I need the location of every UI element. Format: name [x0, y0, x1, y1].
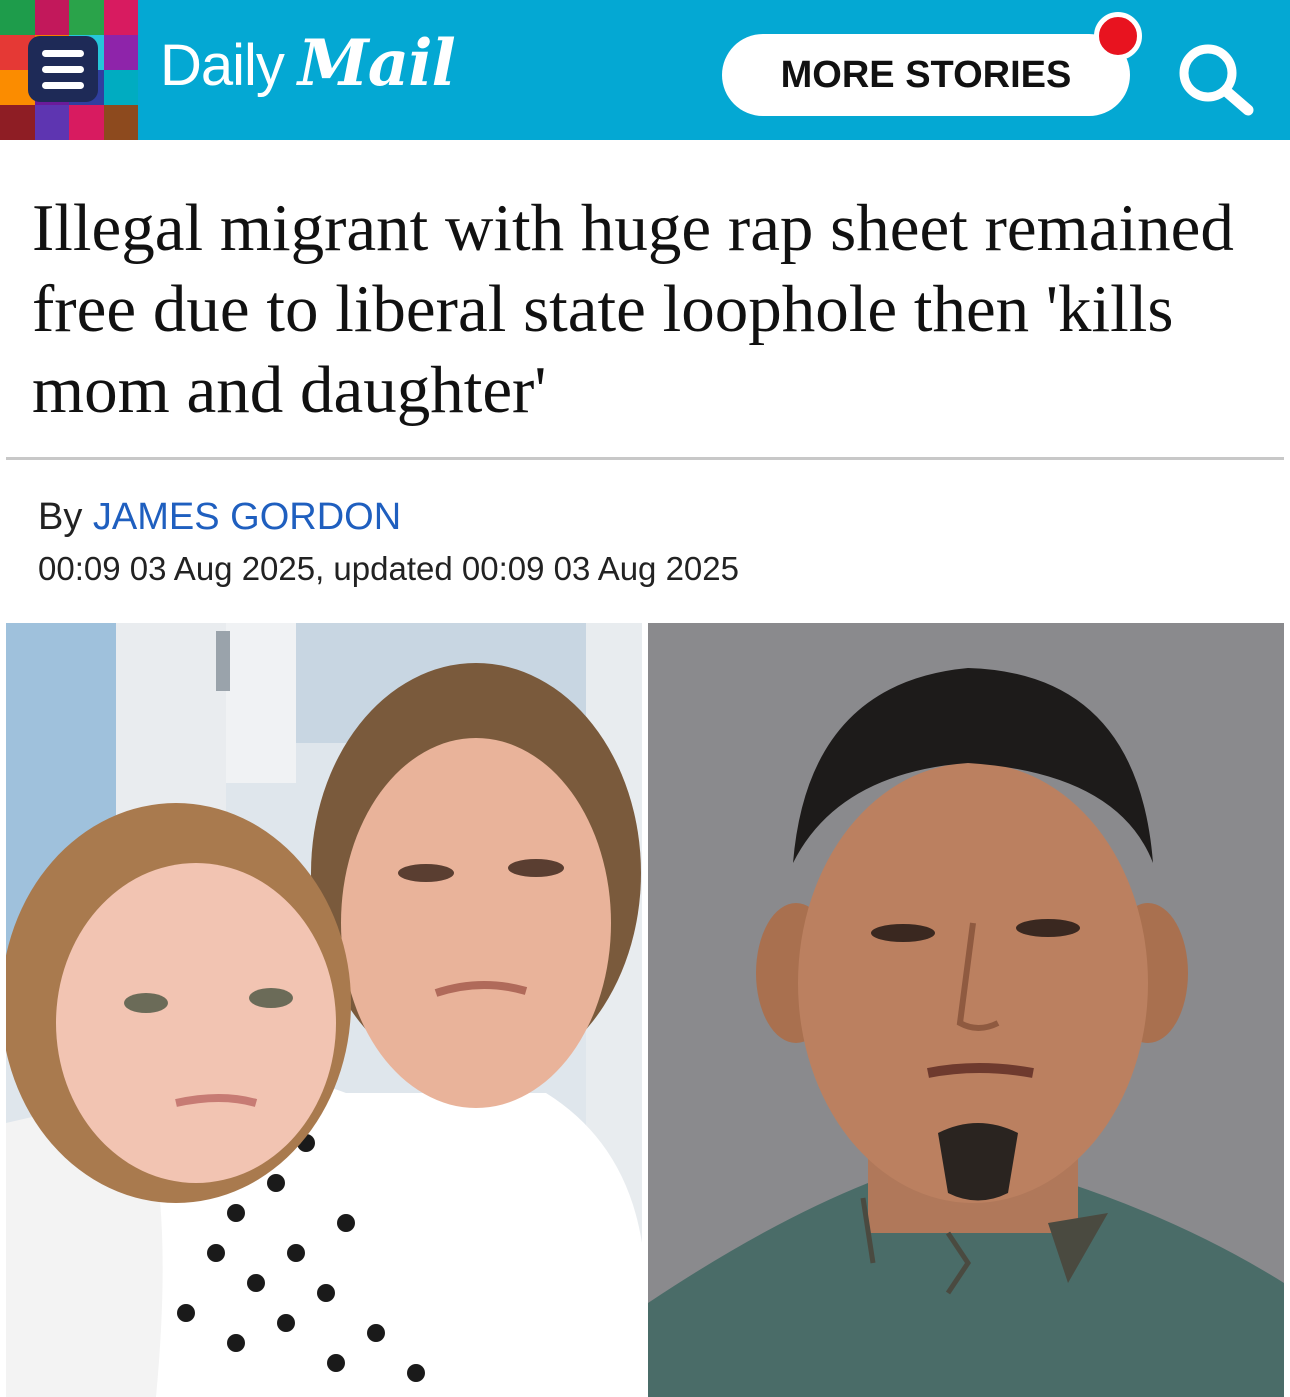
logo-word-mail: Mail: [297, 26, 456, 101]
search-icon[interactable]: [1170, 38, 1260, 118]
daily-mail-logo[interactable]: Daily Mail: [160, 26, 456, 116]
site-header: Daily Mail MORE STORIES: [0, 0, 1290, 140]
article-timestamp: 00:09 03 Aug 2025, updated 00:09 03 Aug …: [38, 550, 739, 587]
author-link[interactable]: JAMES GORDON: [93, 496, 401, 538]
hamburger-icon[interactable]: [28, 36, 98, 102]
byline: By JAMES GORDON: [38, 496, 401, 539]
victims-photo[interactable]: [6, 623, 642, 1397]
article-headline: Illegal migrant with huge rap sheet rema…: [32, 191, 1234, 427]
logo-word-daily: Daily: [160, 33, 285, 98]
byline-prefix: By: [38, 496, 83, 538]
notification-dot: [1094, 12, 1142, 60]
headline-divider: [6, 457, 1284, 460]
more-stories-button[interactable]: MORE STORIES: [722, 34, 1130, 116]
suspect-mugshot[interactable]: [648, 623, 1284, 1397]
